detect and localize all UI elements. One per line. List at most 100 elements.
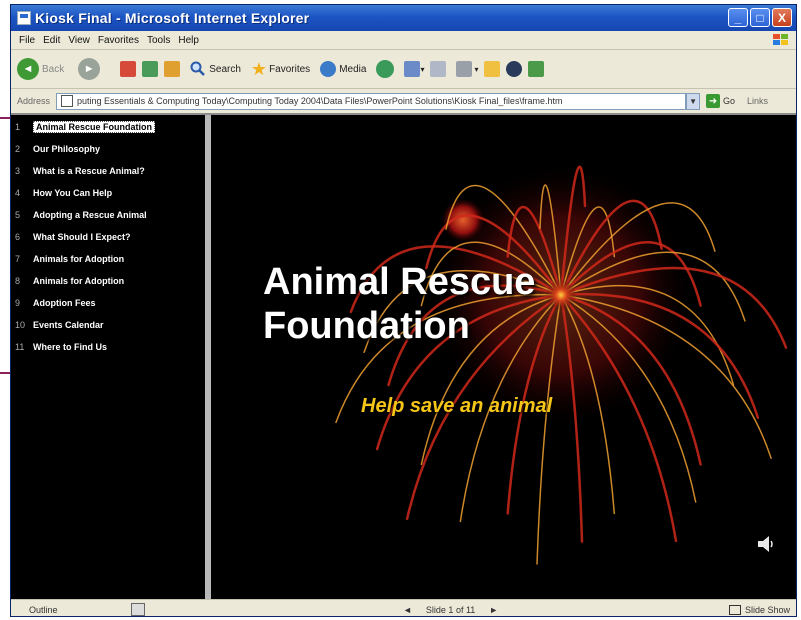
print-button[interactable] [430,61,447,77]
windows-logo-icon [773,34,788,45]
print-icon [430,61,447,77]
outline-item-number: 7 [15,254,21,264]
favorites-star-icon: ★ [250,59,268,79]
go-arrow-icon: ➜ [706,94,721,108]
outline-item[interactable]: 7 Animals for Adoption [15,251,124,267]
outline-item[interactable]: 4 How You Can Help [15,185,112,201]
outline-item[interactable]: 9 Adoption Fees [15,295,96,311]
slide-title-line-2: Foundation [263,305,470,347]
research-icon [528,61,545,77]
menu-edit[interactable]: Edit [43,35,60,46]
outline-item[interactable]: 3 What is a Rescue Animal? [15,163,145,179]
maximize-button[interactable]: □ [750,8,770,27]
refresh-icon [142,61,159,77]
outline-item-label: How You Can Help [33,188,113,198]
outline-item[interactable]: 5 Adopting a Rescue Animal [15,207,147,223]
outline-item-label: Adoption Fees [33,298,96,308]
outline-item[interactable]: 2 Our Philosophy [15,141,100,157]
title-bar[interactable]: Kiosk Final - Microsoft Internet Explore… [11,5,796,31]
messenger-icon [506,61,523,77]
outline-item-number: 4 [15,188,21,198]
outline-item-label: Events Calendar [33,320,104,330]
window-title: Kiosk Final - Microsoft Internet Explore… [35,10,310,26]
page-icon [61,95,74,107]
outline-item-label: Where to Find Us [33,342,107,352]
media-button[interactable]: Media [320,61,366,77]
mail-dropdown-icon: ▾ [420,64,425,74]
notes-toggle-icon[interactable] [131,603,145,616]
home-icon [164,61,181,77]
search-icon [190,61,206,76]
outline-item-label: What Should I Expect? [33,232,131,242]
links-label[interactable]: Links [747,96,768,106]
minimize-button[interactable]: _ [728,8,748,27]
menu-bar: File Edit View Favorites Tools Help [11,31,796,50]
slide-subtitle: Help save an animal [361,395,553,417]
outline-item-number: 6 [15,232,21,242]
slide-pane: Animal Rescue Foundation Help save an an… [211,115,796,599]
outline-item[interactable]: 1 Animal Rescue Foundation [15,119,156,135]
home-button[interactable] [164,61,181,77]
slide-counter: Slide 1 of 11 [425,604,476,615]
edit-dropdown-icon: ▾ [474,64,479,74]
outline-item[interactable]: 8 Animals for Adoption [15,273,124,289]
outline-item[interactable]: 6 What Should I Expect? [15,229,131,245]
menu-file[interactable]: File [19,35,35,46]
search-button[interactable]: Search [190,61,241,77]
outline-item-number: 8 [15,276,21,286]
outline-item-number: 9 [15,298,21,308]
history-button[interactable] [376,60,395,78]
outline-item-label: What is a Rescue Animal? [33,166,145,176]
next-slide-button[interactable]: ► [489,605,498,615]
outline-item-label: Animals for Adoption [33,254,125,264]
address-dropdown-icon[interactable]: ▼ [686,92,701,110]
refresh-button[interactable] [142,61,159,77]
menu-help[interactable]: Help [178,35,199,46]
previous-slide-button[interactable]: ◄ [403,605,412,615]
address-value: puting Essentials & Computing Today\Comp… [77,96,563,106]
outline-item-number: 2 [15,144,21,154]
outline-item-number: 5 [15,210,21,220]
slide-show-icon [728,604,741,615]
firework-graphic [335,165,788,565]
back-label: Back [42,63,65,75]
media-icon [320,61,337,77]
outline-pane: 1 Animal Rescue Foundation 2 Our Philosoph… [11,115,205,599]
research-button[interactable] [528,61,545,77]
messenger-button[interactable] [506,61,523,77]
favorites-label: Favorites [269,63,311,75]
close-button[interactable]: X [772,8,792,27]
outline-item[interactable]: 11 Where to Find Us [15,339,107,355]
folder-button[interactable] [484,61,501,77]
ie-page-icon [17,11,31,25]
presentation-viewer: 1 Animal Rescue Foundation 2 Our Philosoph… [11,113,796,599]
outline-item-number: 3 [15,166,21,176]
go-label: Go [723,96,736,106]
outline-item-number: 1 [15,122,21,132]
go-button[interactable]: ➜ Go [706,94,735,108]
slide-navigator: ◄ Slide 1 of 11 ► [403,605,498,615]
outline-toggle-button[interactable]: Outline [29,605,58,615]
edit-button[interactable]: ▾ [456,61,478,77]
outline-item-number: 10 [15,320,26,330]
history-icon [376,60,395,78]
back-button[interactable]: ◄ Back [17,58,64,80]
mail-button[interactable]: ▾ [404,61,424,77]
slide-title-line-1: Animal Rescue [263,261,536,303]
address-bar: Address puting Essentials & Computing To… [11,89,796,113]
outline-item-label: Our Philosophy [33,144,101,154]
address-input[interactable]: puting Essentials & Computing Today\Comp… [56,92,687,110]
slide-show-button[interactable]: Slide Show [728,604,790,615]
speaker-icon[interactable] [756,535,776,553]
menu-view[interactable]: View [68,35,90,46]
outline-item[interactable]: 10 Events Calendar [15,317,104,333]
forward-button[interactable]: ► [78,58,101,80]
menu-tools[interactable]: Tools [147,35,170,46]
favorites-button[interactable]: ★ Favorites [250,59,311,79]
stop-icon [120,61,137,77]
stop-button[interactable] [120,61,137,77]
media-label: Media [339,63,367,75]
slide-title: Animal Rescue Foundation [263,260,535,348]
menu-favorites[interactable]: Favorites [98,35,139,46]
outline-item-label: Adopting a Rescue Animal [33,210,147,220]
